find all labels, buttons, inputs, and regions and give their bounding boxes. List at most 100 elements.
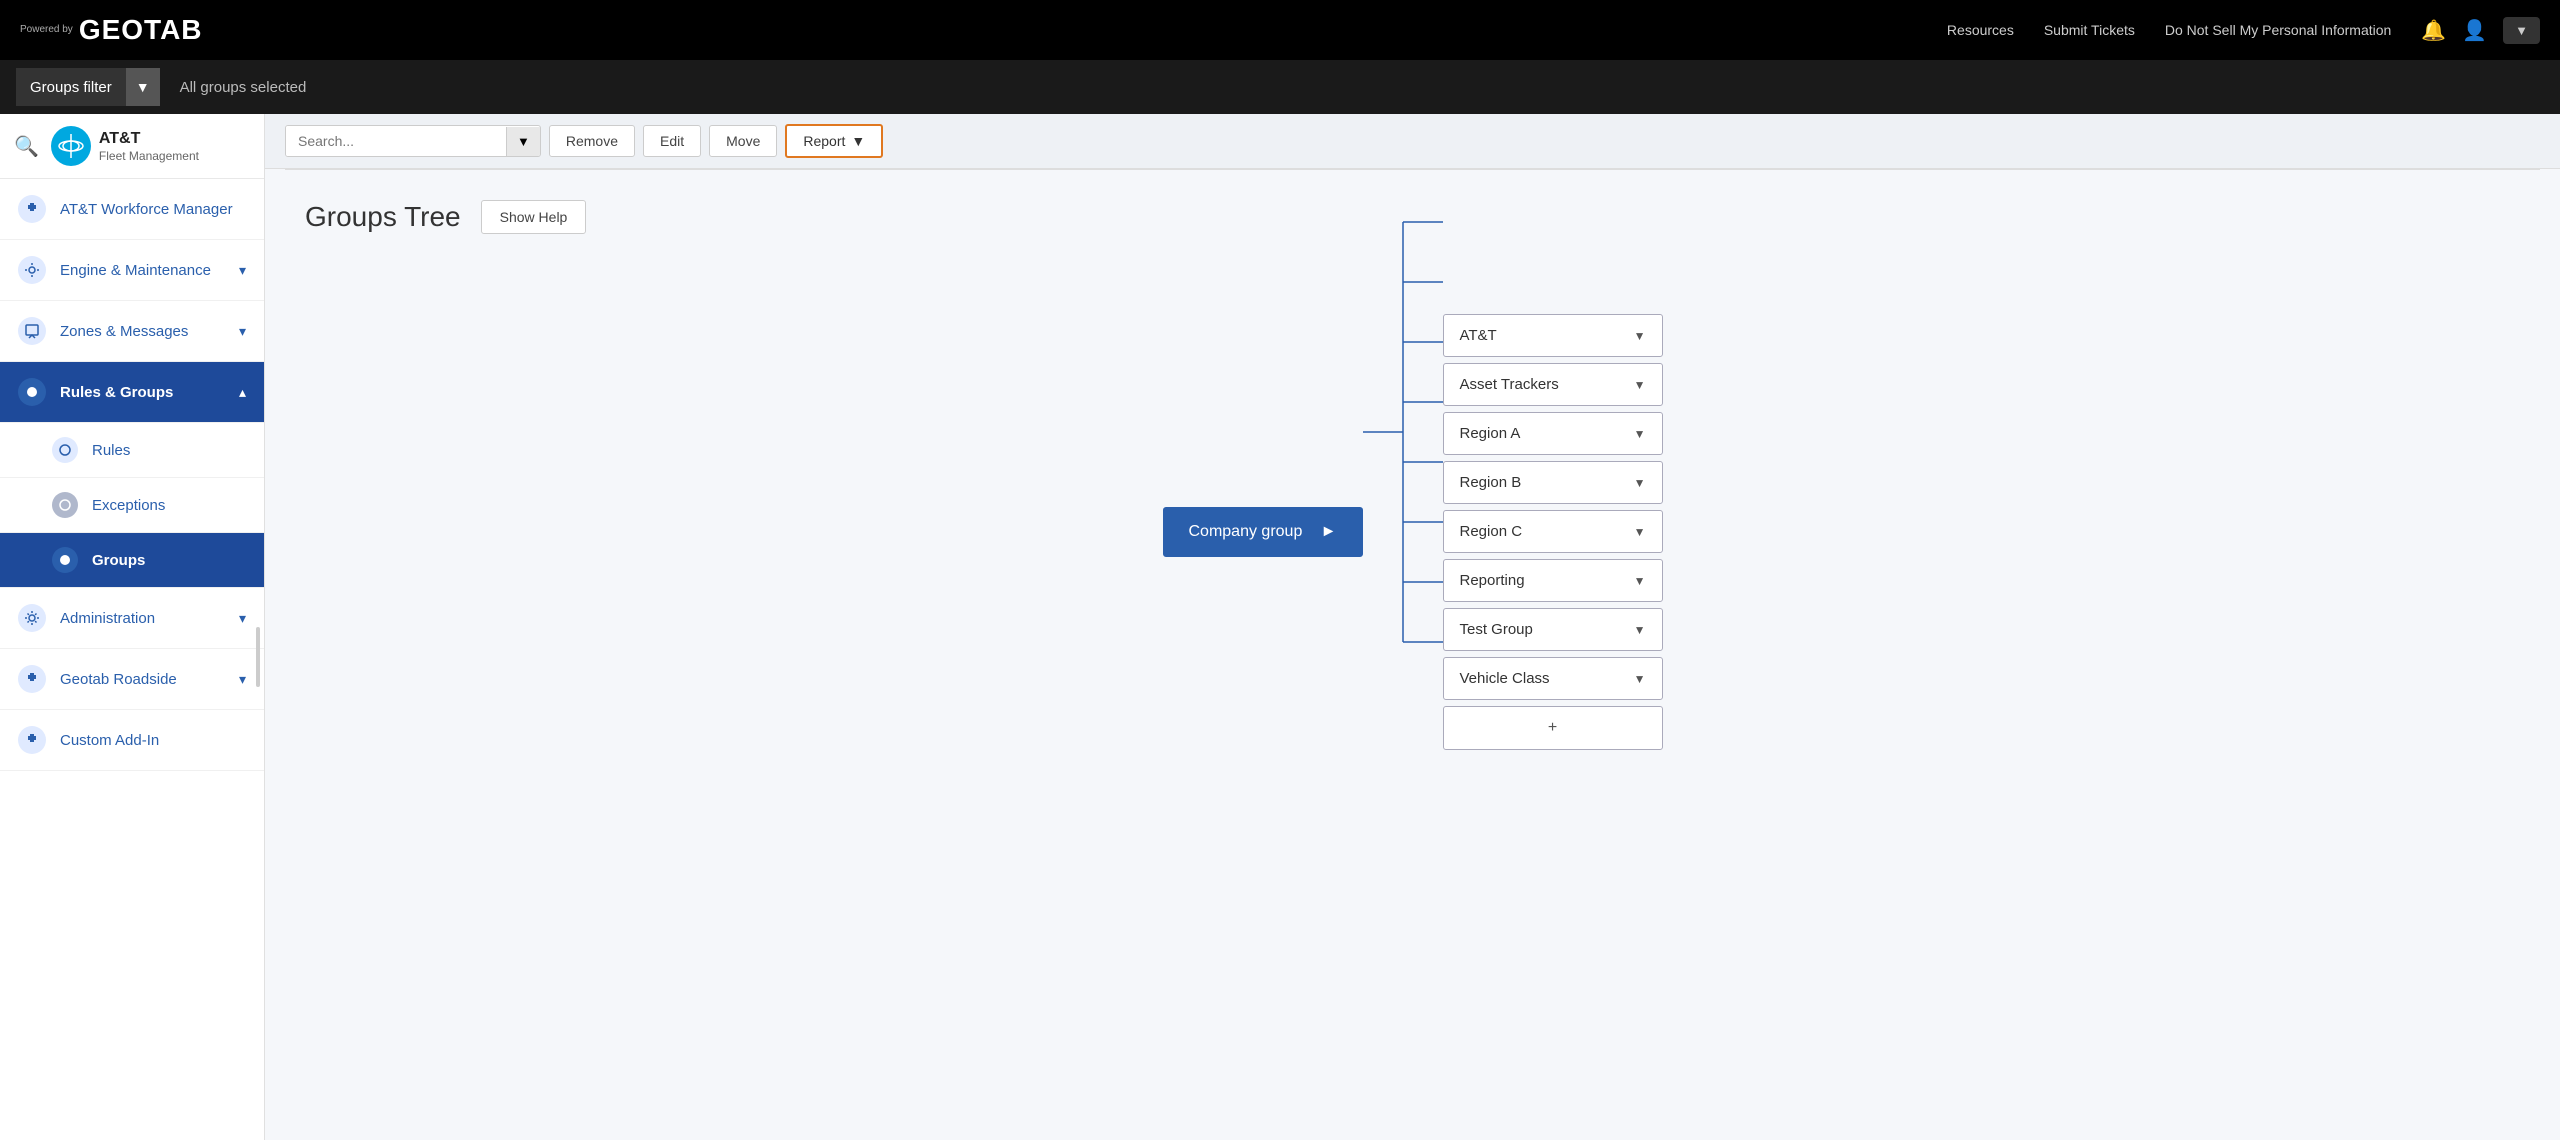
groups-filter-bar: Groups filter ▼ All groups selected: [0, 60, 2560, 114]
sidebar-item-zones-messages[interactable]: Zones & Messages ▾: [0, 301, 264, 362]
report-dropdown-arrow: ▼: [851, 133, 865, 149]
region-a-node[interactable]: Region A ▼: [1443, 412, 1663, 455]
logo-area: Powered by GEOTAB: [20, 14, 203, 46]
sidebar-logo-group: AT&T Fleet Management: [51, 126, 199, 166]
sidebar-item-custom-add-in[interactable]: Custom Add-In: [0, 710, 264, 771]
vehicle-class-node[interactable]: Vehicle Class ▼: [1443, 657, 1663, 700]
asset-trackers-dropdown[interactable]: ▼: [1634, 378, 1646, 392]
test-group-label: Test Group: [1460, 621, 1533, 638]
exceptions-sub-icon: [52, 492, 78, 518]
connector-area: [1363, 382, 1443, 682]
sidebar-item-label-att-workforce: AT&T Workforce Manager: [60, 201, 246, 218]
chevron-down-icon-3: ▾: [239, 610, 246, 627]
engine-icon: [18, 256, 46, 284]
edit-button[interactable]: Edit: [643, 125, 701, 157]
zones-icon: [18, 317, 46, 345]
company-group-arrow: ►: [1321, 523, 1337, 541]
region-b-dropdown[interactable]: ▼: [1634, 476, 1646, 490]
sidebar-item-administration[interactable]: Administration ▾: [0, 588, 264, 649]
reporting-node[interactable]: Reporting ▼: [1443, 559, 1663, 602]
rules-groups-icon: [18, 378, 46, 406]
rules-sub-icon: [52, 437, 78, 463]
powered-by-text: Powered by: [20, 24, 73, 36]
region-a-label: Region A: [1460, 425, 1521, 442]
sidebar-item-label-zones: Zones & Messages: [60, 323, 225, 340]
do-not-sell-link[interactable]: Do Not Sell My Personal Information: [2165, 22, 2391, 38]
sidebar-sub-label-exceptions: Exceptions: [92, 497, 165, 514]
top-nav: Powered by GEOTAB Resources Submit Ticke…: [0, 0, 2560, 60]
chevron-down-icon: ▾: [239, 262, 246, 279]
tree-inner: Company group ►: [1163, 314, 1663, 750]
att-node[interactable]: AT&T ▼: [1443, 314, 1663, 357]
report-button-label: Report: [803, 133, 845, 149]
region-b-label: Region B: [1460, 474, 1522, 491]
reporting-dropdown[interactable]: ▼: [1634, 574, 1646, 588]
att-logo-text: AT&T: [99, 129, 199, 148]
search-input[interactable]: [286, 126, 506, 156]
add-node-button[interactable]: +: [1443, 706, 1663, 750]
user-dropdown-arrow: ▼: [2515, 23, 2528, 38]
att-node-dropdown[interactable]: ▼: [1634, 329, 1646, 343]
region-c-dropdown[interactable]: ▼: [1634, 525, 1646, 539]
company-group-node[interactable]: Company group ►: [1163, 507, 1363, 557]
resources-link[interactable]: Resources: [1947, 22, 2014, 38]
region-c-node[interactable]: Region C ▼: [1443, 510, 1663, 553]
vehicle-class-dropdown[interactable]: ▼: [1634, 672, 1646, 686]
geotab-roadside-icon: [18, 665, 46, 693]
sidebar-sub-label-rules: Rules: [92, 442, 130, 459]
bell-icon[interactable]: 🔔: [2421, 18, 2446, 43]
connector-svg: [1363, 182, 1443, 682]
test-group-node[interactable]: Test Group ▼: [1443, 608, 1663, 651]
report-button[interactable]: Report ▼: [785, 124, 883, 158]
page-title: Groups Tree: [305, 201, 461, 233]
chevron-up-icon: ▴: [239, 384, 246, 401]
region-b-node[interactable]: Region B ▼: [1443, 461, 1663, 504]
geotab-logo: GEOTAB: [79, 14, 203, 46]
asset-trackers-node[interactable]: Asset Trackers ▼: [1443, 363, 1663, 406]
test-group-dropdown[interactable]: ▼: [1634, 623, 1646, 637]
top-nav-links: Resources Submit Tickets Do Not Sell My …: [1947, 22, 2391, 38]
chevron-down-icon-4: ▾: [239, 671, 246, 688]
puzzle-icon: [18, 195, 46, 223]
user-dropdown[interactable]: ▼: [2503, 17, 2540, 44]
toolbar: ▼ Remove Edit Move Report ▼: [265, 114, 2560, 169]
att-logo-circle: [51, 126, 91, 166]
sidebar-item-label-rules-groups: Rules & Groups: [60, 384, 225, 401]
company-group-label: Company group: [1189, 523, 1303, 541]
sidebar-item-label-custom-add-in: Custom Add-In: [60, 732, 246, 749]
content-area: ▼ Remove Edit Move Report ▼ Groups Tree …: [265, 114, 2560, 1140]
show-help-button[interactable]: Show Help: [481, 200, 587, 234]
remove-button[interactable]: Remove: [549, 125, 635, 157]
reporting-label: Reporting: [1460, 572, 1525, 589]
vehicle-class-label: Vehicle Class: [1460, 670, 1550, 687]
main-layout: 🔍 AT&T Fleet Management: [0, 114, 2560, 1140]
sidebar-item-att-workforce-manager[interactable]: AT&T Workforce Manager: [0, 179, 264, 240]
sidebar-sub-item-rules[interactable]: Rules: [0, 423, 264, 478]
sidebar-item-rules-groups[interactable]: Rules & Groups ▴: [0, 362, 264, 423]
sidebar-item-label-admin: Administration: [60, 610, 225, 627]
sidebar-sub-item-exceptions[interactable]: Exceptions: [0, 478, 264, 533]
custom-add-in-icon: [18, 726, 46, 754]
att-node-label: AT&T: [1460, 327, 1497, 344]
region-a-dropdown[interactable]: ▼: [1634, 427, 1646, 441]
submit-tickets-link[interactable]: Submit Tickets: [2044, 22, 2135, 38]
sidebar-item-geotab-roadside[interactable]: Geotab Roadside ▾: [0, 649, 264, 710]
user-icon[interactable]: 👤: [2462, 18, 2487, 43]
sidebar-item-engine-maintenance[interactable]: Engine & Maintenance ▾: [0, 240, 264, 301]
asset-trackers-label: Asset Trackers: [1460, 376, 1559, 393]
admin-icon: [18, 604, 46, 632]
sidebar: 🔍 AT&T Fleet Management: [0, 114, 265, 1140]
tree-container: Company group ►: [305, 274, 2520, 790]
groups-filter-dropdown-button[interactable]: ▼: [126, 68, 160, 106]
sidebar-scroll-indicator: [256, 627, 260, 687]
top-nav-right: 🔔 👤 ▼: [2421, 17, 2540, 44]
sidebar-sub-item-groups[interactable]: Groups: [0, 533, 264, 588]
sidebar-search-icon[interactable]: 🔍: [14, 134, 39, 159]
groups-filter-button[interactable]: Groups filter: [16, 68, 126, 106]
move-button[interactable]: Move: [709, 125, 777, 157]
page-content: Groups Tree Show Help Company group ►: [265, 170, 2560, 820]
all-groups-text: All groups selected: [180, 79, 307, 96]
region-c-label: Region C: [1460, 523, 1523, 540]
sidebar-sub-label-groups: Groups: [92, 552, 145, 569]
search-dropdown-button[interactable]: ▼: [506, 127, 540, 156]
